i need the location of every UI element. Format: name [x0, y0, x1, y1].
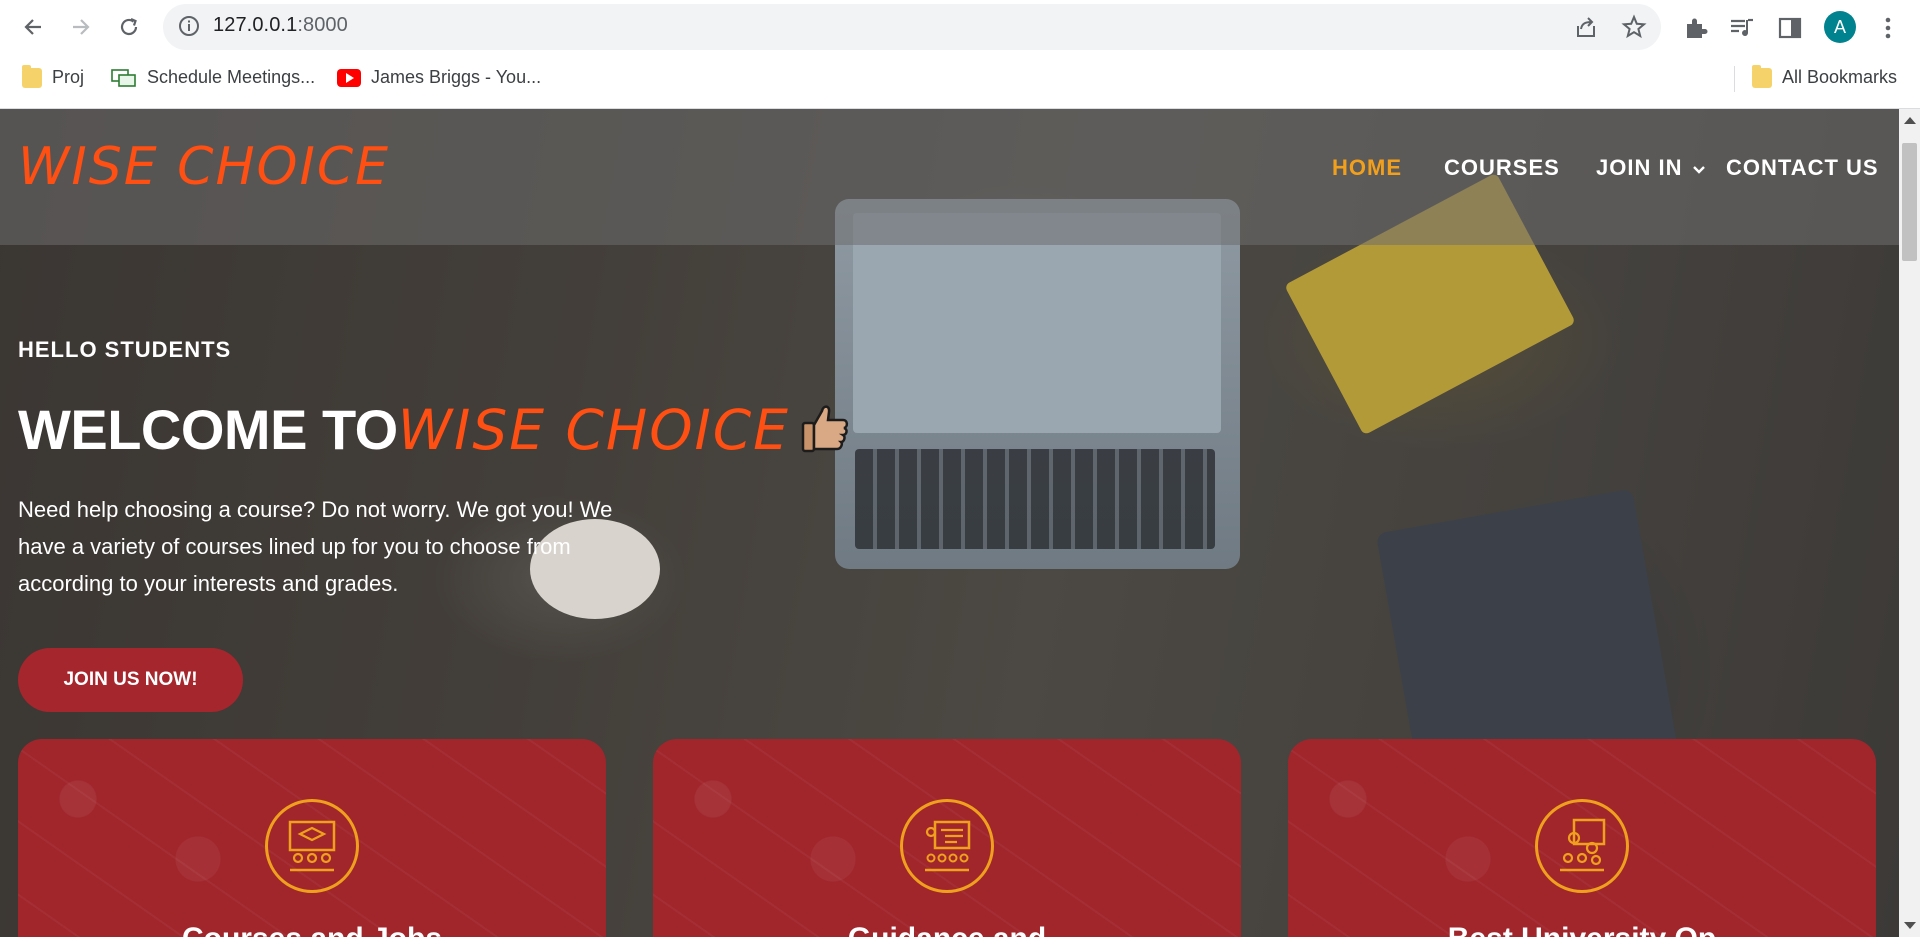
profile-avatar[interactable]: A: [1824, 11, 1856, 43]
join-us-button[interactable]: JOIN US NOW!: [18, 648, 243, 712]
bookmark-james-briggs[interactable]: James Briggs - You...: [337, 67, 541, 88]
site-logo[interactable]: WISE CHOICE: [18, 137, 390, 197]
group-icon: [1535, 799, 1629, 893]
youtube-icon: [337, 68, 361, 87]
page-viewport: WISE CHOICE HOME COURSES JOIN IN CONTACT…: [0, 109, 1899, 937]
background-laptop: [835, 199, 1240, 569]
thumbs-up-icon: [801, 405, 849, 453]
scroll-up-icon[interactable]: [1904, 117, 1916, 124]
feature-card[interactable]: Best University Op: [1288, 739, 1876, 937]
meetings-icon: [111, 68, 136, 87]
nav-join-in-label: JOIN IN: [1596, 155, 1683, 180]
nav-contact-us[interactable]: CONTACT US: [1726, 155, 1879, 181]
bookmark-schedule-meetings[interactable]: Schedule Meetings...: [111, 67, 315, 88]
forward-icon[interactable]: [66, 12, 96, 42]
scroll-down-icon[interactable]: [1904, 922, 1916, 929]
nav-join-in[interactable]: JOIN IN: [1596, 155, 1706, 181]
share-icon[interactable]: [1573, 14, 1599, 40]
feature-card[interactable]: Courses and Jobs: [18, 739, 606, 937]
bookmark-label: Schedule Meetings...: [147, 67, 316, 87]
address-bar[interactable]: [163, 4, 1661, 50]
hero-title-brand: WISE CHOICE: [397, 398, 790, 462]
folder-icon: [1752, 64, 1772, 88]
url-text[interactable]: 127.0.0.1:8000: [213, 14, 348, 37]
hero-title-prefix: WELCOME TO: [18, 398, 398, 461]
card-title: Best University Op: [1288, 922, 1876, 937]
nav-courses[interactable]: COURSES: [1444, 155, 1560, 181]
hero-subtitle: HELLO STUDENTS: [18, 337, 232, 362]
scrollbar-thumb[interactable]: [1902, 143, 1917, 261]
hero-description: Need help choosing a course? Do not worr…: [18, 497, 613, 596]
folder-icon: [22, 64, 42, 88]
nav-home[interactable]: HOME: [1332, 155, 1402, 181]
bookmark-label: Proj: [52, 67, 85, 87]
reload-icon[interactable]: [114, 12, 144, 42]
card-title: Guidance and: [653, 922, 1241, 937]
bookmarks-separator: [1734, 66, 1735, 92]
feature-card[interactable]: Guidance and: [653, 739, 1241, 937]
site-info-icon[interactable]: [178, 15, 200, 37]
all-bookmarks[interactable]: All Bookmarks: [1752, 64, 1898, 88]
bookmark-star-icon[interactable]: [1621, 14, 1647, 40]
media-controls-icon[interactable]: [1728, 14, 1756, 42]
presentation-icon: [900, 799, 994, 893]
side-panel-icon[interactable]: [1776, 14, 1804, 42]
chevron-down-icon: [1692, 166, 1705, 174]
extensions-icon[interactable]: [1682, 14, 1710, 42]
bookmark-proj[interactable]: Proj: [22, 64, 85, 88]
more-menu-icon[interactable]: [1874, 14, 1902, 42]
card-title: Courses and Jobs: [18, 922, 606, 937]
hero-title: WELCOME TO WISE CHOICE: [18, 393, 850, 462]
bookmark-label: James Briggs - You...: [371, 67, 542, 87]
back-icon[interactable]: [18, 12, 48, 42]
all-bookmarks-label: All Bookmarks: [1782, 67, 1898, 87]
classroom-icon: [265, 799, 359, 893]
